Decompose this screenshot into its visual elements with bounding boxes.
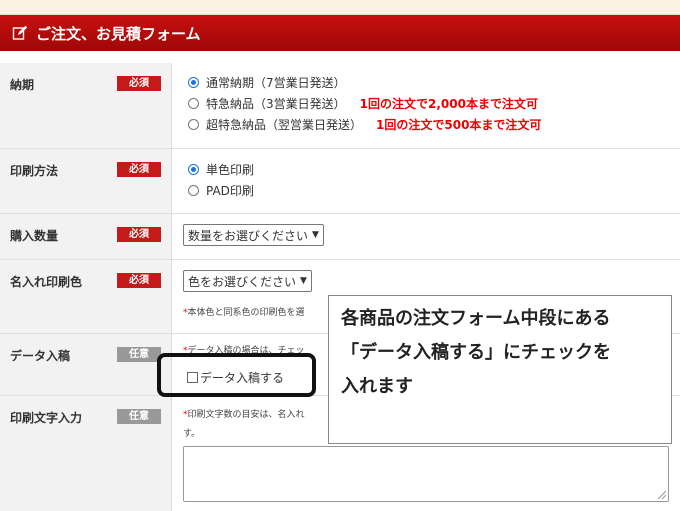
print-text-note-line2: す。 (183, 429, 201, 439)
required-badge: 必須 (117, 76, 161, 91)
row-delivery: 納期 必須 通常納期（7営業日発送） 特急納品（3営業日発送） 1回の注文で2,… (0, 63, 680, 149)
row-label-cell: 購入数量 必須 (0, 214, 172, 259)
print-method-label: 印刷方法 (10, 164, 59, 178)
delivery-option-normal[interactable]: 通常納期（7営業日発送） (188, 72, 541, 93)
quantity-select[interactable]: 数量をお選びください ▼ (183, 224, 324, 246)
optional-badge: 任意 (117, 347, 161, 362)
form-title: ご注文、お見積フォーム (36, 24, 201, 43)
callout-line: 各商品の注文フォーム中段にある (341, 308, 611, 329)
quantity-label: 購入数量 (10, 229, 59, 243)
color-select-value: 色をお選びください (188, 274, 297, 289)
print-method-options: 単色印刷 PAD印刷 (188, 159, 254, 201)
radio-selected[interactable] (188, 77, 199, 88)
chevron-down-icon: ▼ (300, 276, 307, 286)
chevron-down-icon: ▼ (312, 230, 319, 240)
delivery-label: 納期 (10, 78, 35, 92)
delivery-options: 通常納期（7営業日発送） 特急納品（3営業日発送） 1回の注文で2,000本まで… (188, 72, 541, 135)
radio[interactable] (188, 119, 199, 130)
print-method-option-single[interactable]: 単色印刷 (188, 159, 254, 180)
delivery-option-label: 特急納品（3営業日発送） (206, 97, 346, 111)
callout-line: 入れます (341, 376, 413, 397)
data-entry-label: データ入稿 (10, 349, 71, 363)
limit-note: 1回の注文で500本まで注文可 (376, 118, 542, 132)
print-method-option-label: PAD印刷 (206, 184, 254, 198)
row-quantity: 購入数量 必須 数量をお選びください ▼ (0, 214, 680, 260)
required-badge: 必須 (117, 162, 161, 177)
optional-badge: 任意 (117, 409, 161, 424)
color-note: *本体色と同系色の印刷色を選 (183, 305, 305, 318)
row-label-cell: 印刷方法 必須 (0, 149, 172, 213)
edit-icon (12, 25, 28, 41)
required-badge: 必須 (117, 227, 161, 242)
delivery-option-label: 通常納期（7営業日発送） (206, 76, 346, 90)
print-text-note-2: す。 (183, 426, 200, 439)
row-label-cell: 印刷文字入力 任意 (0, 396, 172, 511)
callout-line: 「データ入稿する」にチェックを (341, 342, 611, 363)
color-select[interactable]: 色をお選びください ▼ (183, 270, 312, 292)
print-text-note-line1: 印刷文字数の目安は、名入れ (187, 410, 305, 420)
delivery-option-express[interactable]: 特急納品（3営業日発送） 1回の注文で2,000本まで注文可 (188, 93, 541, 114)
row-label-cell: データ入稿 任意 (0, 334, 172, 395)
instruction-callout: 各商品の注文フォーム中段にある 「データ入稿する」にチェックを 入れます (328, 295, 672, 444)
print-method-option-pad[interactable]: PAD印刷 (188, 180, 254, 201)
resize-grip-icon[interactable] (658, 491, 666, 499)
print-color-label: 名入れ印刷色 (10, 275, 83, 289)
print-text-label: 印刷文字入力 (10, 411, 83, 425)
color-note-text: 本体色と同系色の印刷色を選 (187, 308, 305, 318)
form-header: ご注文、お見積フォーム (0, 15, 680, 51)
delivery-option-super-express[interactable]: 超特急納品（翌営業日発送） 1回の注文で500本まで注文可 (188, 114, 541, 135)
radio[interactable] (188, 185, 199, 196)
row-label-cell: 納期 必須 (0, 63, 172, 148)
print-method-option-label: 単色印刷 (206, 163, 255, 177)
radio[interactable] (188, 98, 199, 109)
required-badge: 必須 (117, 273, 161, 288)
print-text-input[interactable] (183, 446, 669, 502)
print-text-note: *印刷文字数の目安は、名入れ (183, 407, 305, 420)
radio-selected[interactable] (188, 164, 199, 175)
delivery-option-label: 超特急納品（翌営業日発送） (206, 118, 363, 132)
quantity-select-value: 数量をお選びください (188, 228, 309, 243)
top-strip (0, 0, 680, 15)
limit-note: 1回の注文で2,000本まで注文可 (359, 97, 538, 111)
row-label-cell: 名入れ印刷色 必須 (0, 260, 172, 333)
highlight-frame (157, 353, 316, 397)
row-print-method: 印刷方法 必須 単色印刷 PAD印刷 (0, 149, 680, 214)
